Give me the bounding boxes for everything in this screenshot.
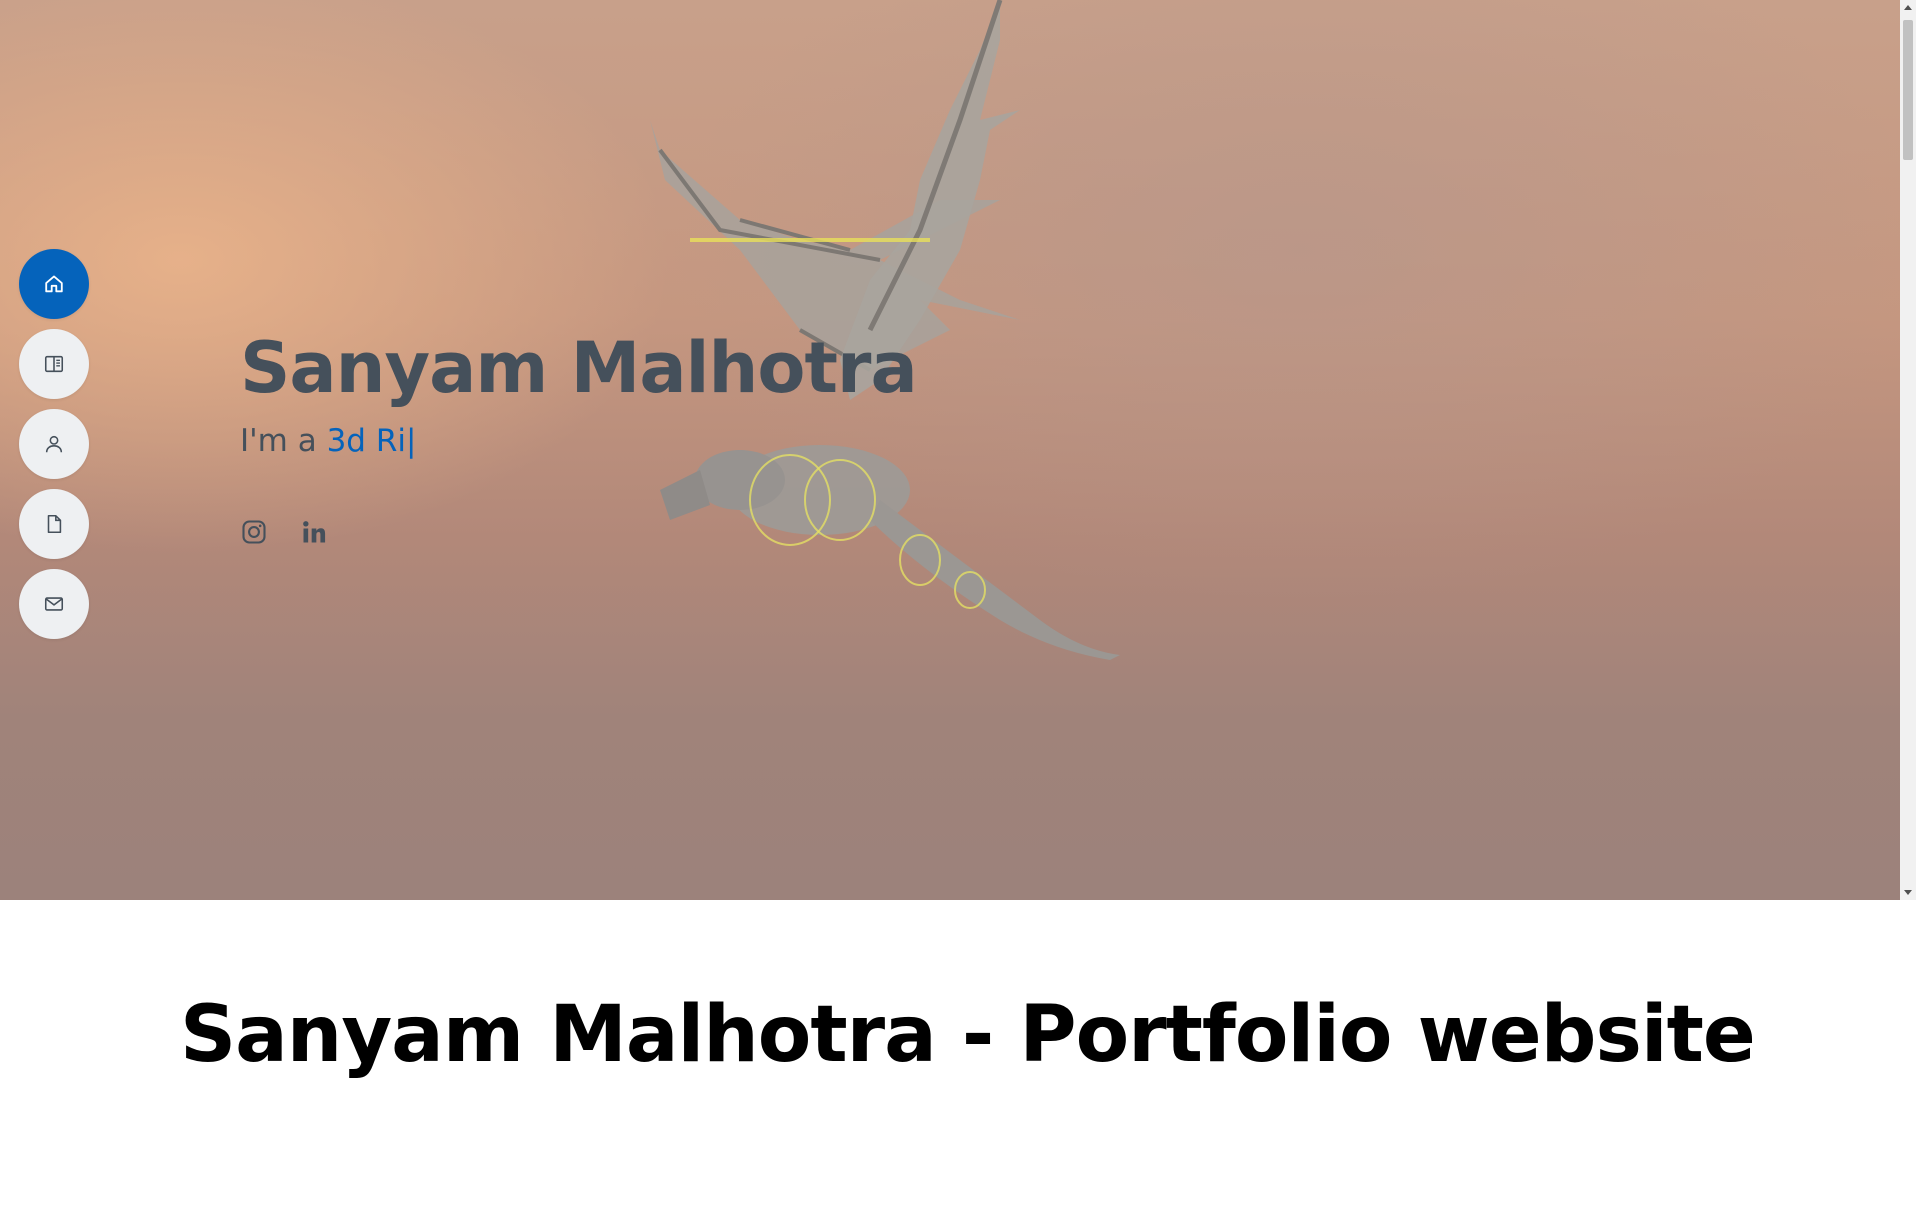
person-icon xyxy=(45,435,63,453)
envelope-icon xyxy=(44,597,64,611)
scroll-up-arrow[interactable] xyxy=(1904,5,1912,10)
hero-subtitle: I'm a 3d Ri| xyxy=(240,423,917,459)
hero-section: Sanyam Malhotra I'm a 3d Ri| xyxy=(0,0,1900,900)
instagram-link[interactable] xyxy=(240,518,268,546)
page-scrollbar[interactable] xyxy=(1900,0,1916,900)
side-navigation xyxy=(19,249,89,649)
typing-caret: | xyxy=(406,423,417,459)
hero-title: Sanyam Malhotra xyxy=(240,327,918,409)
file-icon xyxy=(47,514,62,534)
subtitle-prefix: I'm a xyxy=(240,423,327,459)
page-heading: Sanyam Malhotra - Portfolio website xyxy=(180,990,1756,1080)
nav-home-button[interactable] xyxy=(19,249,89,319)
resume-icon xyxy=(44,355,64,373)
nav-resume-button[interactable] xyxy=(19,329,89,399)
hero-text-block: Sanyam Malhotra I'm a 3d Ri| xyxy=(240,327,918,460)
social-links xyxy=(240,518,328,546)
instagram-icon xyxy=(242,520,266,544)
scroll-down-arrow[interactable] xyxy=(1904,890,1912,895)
typed-text: 3d Ri xyxy=(326,423,406,459)
nav-contact-button[interactable] xyxy=(19,569,89,639)
nav-about-button[interactable] xyxy=(19,409,89,479)
nav-portfolio-button[interactable] xyxy=(19,489,89,559)
linkedin-icon xyxy=(303,521,326,543)
linkedin-link[interactable] xyxy=(300,518,328,546)
home-icon xyxy=(45,275,63,293)
scroll-thumb[interactable] xyxy=(1903,20,1913,160)
